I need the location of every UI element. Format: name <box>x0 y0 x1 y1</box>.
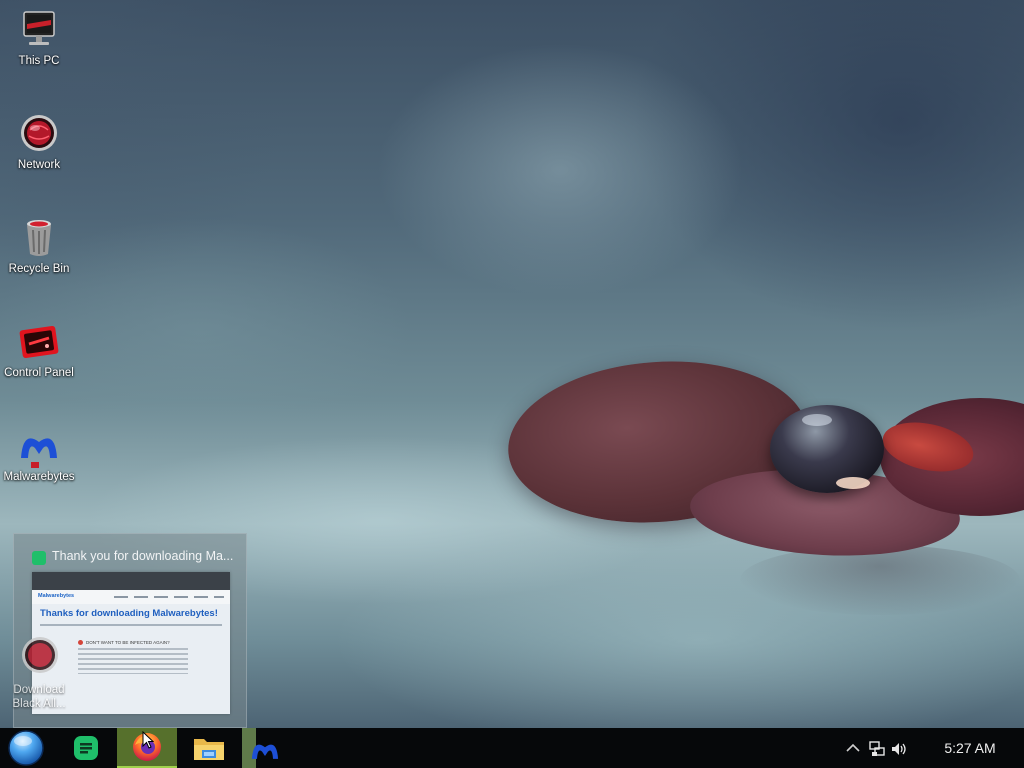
desktop-icon-malwarebytes[interactable]: Malwarebytes <box>0 424 78 484</box>
network-globe-icon <box>22 637 58 673</box>
desktop-icon-control-panel[interactable]: Control Panel <box>0 320 78 380</box>
start-button[interactable] <box>0 728 52 768</box>
spreadsheet-app-icon <box>32 551 46 565</box>
network-globe-icon <box>21 115 57 151</box>
start-orb-icon <box>8 730 44 766</box>
wallpaper-reflection <box>740 545 1020 615</box>
preview-title-bar[interactable]: Thank you for downloading Ma... <box>14 534 248 568</box>
desktop-icon-recycle-bin[interactable]: Recycle Bin <box>0 216 78 276</box>
wallpaper-droplet-glint <box>802 414 832 426</box>
monitor-icon <box>23 11 55 45</box>
desktop-icon-this-pc[interactable]: This PC <box>0 8 78 68</box>
spreadsheet-app-icon <box>74 736 98 760</box>
taskbar-file-explorer[interactable] <box>184 728 234 768</box>
desktop-icon-label: Recycle Bin <box>8 263 70 275</box>
taskbar-clock[interactable]: 5:27 AM <box>920 740 1020 756</box>
desktop-icon-network[interactable]: Network <box>0 112 78 172</box>
warning-dot-icon <box>78 640 83 646</box>
malwarebytes-icon <box>21 438 57 468</box>
preview-subline <box>40 624 222 626</box>
recycle-bin-icon <box>27 220 51 256</box>
taskbar-malwarebytes[interactable] <box>242 728 288 768</box>
preview-headline: Thanks for downloading Malwarebytes! <box>40 608 218 619</box>
preview-warning-row: DON'T WANT TO BE INFECTED AGAIN? <box>78 640 230 646</box>
desktop-icon-label: Malwarebytes <box>3 471 75 483</box>
control-panel-icon <box>19 326 59 358</box>
desktop-wallpaper[interactable]: This PC Network Recycle Bin Control Pane… <box>0 0 1024 728</box>
preview-nav-links <box>114 596 224 598</box>
malwarebytes-icon <box>251 744 279 759</box>
preview-site-logo: Malwarebytes <box>38 593 75 599</box>
desktop-icon-label: Network <box>17 159 61 171</box>
chevron-up-icon[interactable] <box>844 740 862 756</box>
system-tray: 5:27 AM <box>844 728 1024 768</box>
preview-site-nav: Malwarebytes <box>32 590 230 604</box>
preview-title: Thank you for downloading Ma... <box>52 549 234 563</box>
volume-icon[interactable] <box>890 740 908 758</box>
mouse-cursor-icon <box>142 731 154 749</box>
preview-text-block <box>78 648 188 675</box>
preview-warning-text: DON'T WANT TO BE INFECTED AGAIN? <box>86 640 170 645</box>
desktop-icon-label-obscured: Download Black All... <box>12 684 66 710</box>
desktop-icon-label: This PC <box>18 55 60 67</box>
folder-icon <box>194 739 224 760</box>
preview-browser-toolbar <box>32 572 230 590</box>
network-icon[interactable] <box>868 740 886 758</box>
desktop-icon-label: Control Panel <box>4 367 74 379</box>
taskbar-spreadsheet-app[interactable] <box>62 728 110 768</box>
